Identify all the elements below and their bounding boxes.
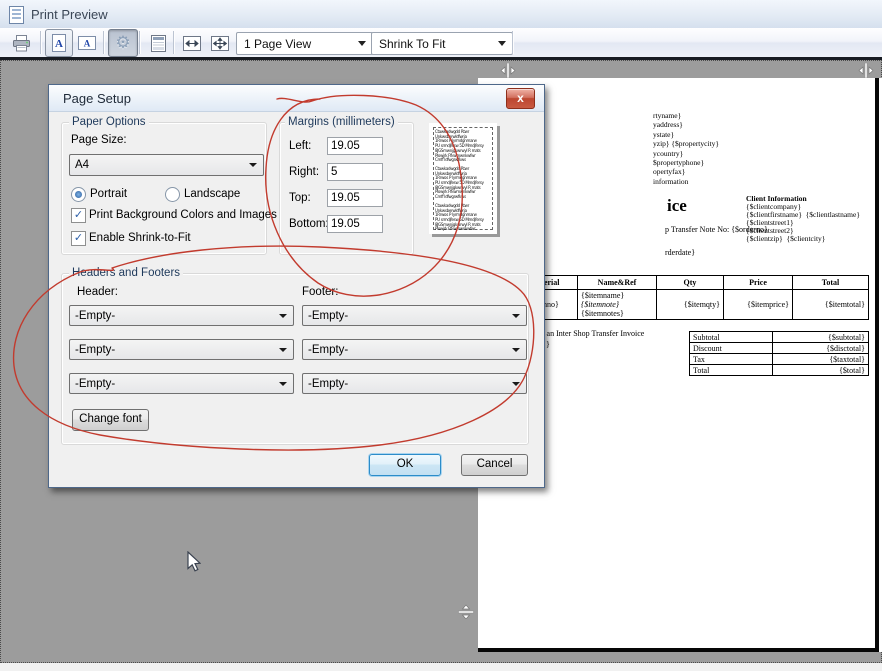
client-info-block: Client Information {$clientcompany}{$cli… [746, 194, 860, 243]
chevron-down-icon [279, 382, 287, 386]
order-date-line: rderdate} [665, 248, 695, 257]
change-font-button[interactable]: Change font [72, 409, 149, 431]
item-note: {$itemnote} [581, 300, 653, 309]
fit-page-icon [211, 36, 229, 51]
header-label: Header: [77, 286, 118, 298]
items-table-header-row: Serial Name&Ref Qty Price Total [522, 276, 869, 290]
header-select-1[interactable]: -Empty- [69, 305, 294, 326]
item-name: {$itemname} [581, 291, 653, 300]
col-qty: Qty [657, 276, 724, 290]
chevron-down-icon [498, 41, 506, 46]
chevron-down-icon [358, 41, 366, 46]
chevron-down-icon [512, 314, 520, 318]
headers-footers-button[interactable] [144, 29, 172, 57]
dialog-title: Page Setup [63, 91, 131, 106]
shrink-to-fit-value: Shrink To Fit [379, 37, 445, 51]
close-icon[interactable]: x [506, 88, 535, 109]
window-titlebar: Print Preview [0, 0, 882, 28]
landscape-page-icon: A [78, 36, 96, 50]
col-price: Price [724, 276, 793, 290]
svg-text:A: A [84, 39, 91, 49]
print-background-checkbox[interactable]: ✓ [71, 208, 86, 223]
margin-bottom-label: Bottom: [289, 218, 329, 230]
margin-right-input[interactable] [327, 163, 383, 181]
margin-top-input[interactable] [327, 189, 383, 207]
print-button[interactable] [6, 29, 37, 57]
margin-top-label: Top: [289, 192, 311, 204]
shop-note-line2: } [546, 340, 550, 349]
print-preview-window: Print Preview A A [0, 0, 882, 671]
items-table: Serial Name&Ref Qty Price Total {$itemno… [521, 275, 869, 320]
page-view-select[interactable]: 1 Page View [236, 32, 373, 55]
header-select-3[interactable]: -Empty- [69, 373, 294, 394]
totals-table: Subtotal {$subtotal} Discount {$disctota… [689, 331, 869, 376]
chevron-down-icon [249, 163, 257, 167]
right-margin-handle[interactable] [858, 63, 874, 78]
landscape-radio-label[interactable]: Landscape [184, 188, 240, 200]
footer-select-1[interactable]: -Empty- [302, 305, 527, 326]
fit-width-button[interactable] [178, 29, 206, 57]
document-icon [9, 6, 24, 24]
items-table-row: {$itemno} {$itemname} {$itemnote} {$item… [522, 290, 869, 320]
margins-label: Margins (millimeters) [285, 116, 398, 128]
header-footer-icon [151, 35, 166, 52]
footer-select-3[interactable]: -Empty- [302, 373, 527, 394]
toolbar-separator [173, 31, 175, 54]
left-margin-handle[interactable] [500, 63, 516, 78]
item-notes: {$itemnotes} [581, 309, 653, 318]
headers-footers-label: Headers and Footers [69, 267, 183, 279]
fit-page-button[interactable] [206, 29, 234, 57]
margin-right-label: Right: [289, 166, 319, 178]
page-size-label: Page Size: [71, 134, 127, 146]
chevron-down-icon [279, 314, 287, 318]
chevron-down-icon [279, 348, 287, 352]
header-select-2[interactable]: -Empty- [69, 339, 294, 360]
bottom-strip [0, 663, 882, 671]
property-block: rtyname}yaddress}ystate}yzip} {$property… [653, 111, 719, 186]
paper-options-label: Paper Options [69, 116, 149, 128]
margin-bottom-input[interactable] [327, 215, 383, 233]
portrait-button[interactable]: A [45, 29, 73, 57]
page-setup-dialog: Page Setup x Paper Options Page Size: A4… [48, 84, 545, 488]
chevron-down-icon [512, 348, 520, 352]
landscape-button[interactable]: A [73, 29, 101, 57]
page-size-value: A4 [75, 159, 89, 171]
page-setup-button[interactable]: ⚙ [108, 29, 138, 57]
page-size-select[interactable]: A4 [69, 154, 264, 176]
col-total: Total [793, 276, 869, 290]
toolbar: A A ⚙ [0, 28, 882, 60]
svg-text:A: A [55, 38, 63, 50]
landscape-radio[interactable] [165, 187, 180, 202]
margin-left-label: Left: [289, 140, 311, 152]
thumbnail-margin-outline: Ctawkadwgdd RtwrUnkwsberwldfwrja1Rrwos P… [433, 127, 493, 230]
chevron-down-icon [512, 382, 520, 386]
fit-width-icon [183, 36, 201, 51]
margin-left-input[interactable] [327, 137, 383, 155]
printer-icon [12, 35, 31, 52]
print-background-label[interactable]: Print Background Colors and Images [89, 209, 277, 221]
client-info-lines: {$clientcompany}{$clientfirstname} {$cli… [746, 203, 860, 243]
toolbar-separator [512, 31, 514, 54]
bottom-margin-handle[interactable] [458, 604, 474, 619]
toolbar-separator [139, 31, 141, 54]
cancel-button[interactable]: Cancel [461, 454, 528, 476]
ok-button[interactable]: OK [369, 454, 441, 476]
footer-label: Footer: [302, 286, 338, 298]
portrait-page-icon: A [52, 34, 66, 52]
portrait-radio[interactable] [71, 187, 86, 202]
col-nameref: Name&Ref [578, 276, 657, 290]
shrink-to-fit-checkbox[interactable]: ✓ [71, 231, 86, 246]
page-view-value: 1 Page View [244, 37, 311, 51]
toolbar-separator [103, 31, 105, 54]
footer-select-2[interactable]: -Empty- [302, 339, 527, 360]
invoice-heading: ice [667, 196, 687, 216]
window-title: Print Preview [31, 7, 108, 22]
shrink-to-fit-select[interactable]: Shrink To Fit [371, 32, 513, 55]
toolbar-separator [40, 31, 42, 54]
margins-preview-thumbnail: Ctawkadwgdd RtwrUnkwsberwldfwrja1Rrwos P… [429, 123, 497, 234]
dialog-titlebar[interactable]: Page Setup x [49, 85, 544, 112]
gear-icon: ⚙ [115, 33, 130, 53]
shrink-to-fit-label[interactable]: Enable Shrink-to-Fit [89, 232, 191, 244]
portrait-radio-label[interactable]: Portrait [90, 188, 127, 200]
